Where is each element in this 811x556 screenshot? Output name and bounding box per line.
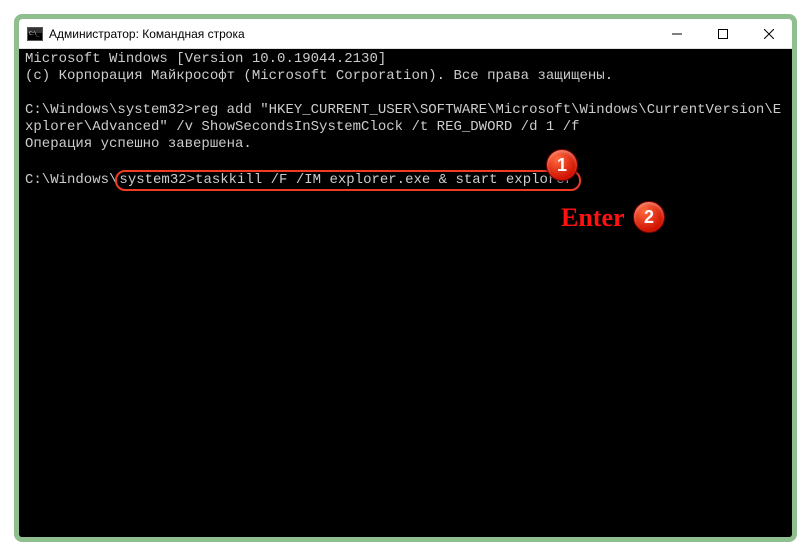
terminal-line: (c) Корпорация Майкрософт (Microsoft Cor… — [25, 68, 613, 84]
maximize-icon — [718, 29, 728, 39]
step-badge-label: 2 — [644, 209, 654, 226]
terminal-command: taskkill /F /IM explorer.exe & start exp… — [195, 172, 573, 188]
terminal-prompt-inside: system32> — [119, 172, 195, 188]
close-button[interactable] — [746, 19, 792, 49]
step-badge-label: 1 — [557, 157, 567, 174]
terminal-prompt: C:\Windows\system32> — [25, 102, 193, 118]
step-badge-1: 1 — [546, 149, 578, 181]
cmd-icon — [27, 27, 43, 41]
terminal-output: Операция успешно завершена. — [25, 136, 252, 152]
highlighted-command-box: system32>taskkill /F /IM explorer.exe & … — [115, 170, 581, 191]
minimize-icon — [672, 29, 682, 39]
terminal-area[interactable]: Microsoft Windows [Version 10.0.19044.21… — [19, 49, 792, 537]
maximize-button[interactable] — [700, 19, 746, 49]
close-icon — [764, 29, 774, 39]
terminal-line: Microsoft Windows [Version 10.0.19044.21… — [25, 51, 386, 67]
step-badge-2: 2 — [633, 201, 665, 233]
titlebar[interactable]: Администратор: Командная строка — [19, 19, 792, 49]
minimize-button[interactable] — [654, 19, 700, 49]
cmd-window: Администратор: Командная строка Microsof… — [14, 14, 797, 542]
window-title: Администратор: Командная строка — [49, 27, 245, 41]
terminal-prompt: C:\Windows\ — [25, 172, 117, 188]
enter-annotation: Enter — [561, 209, 625, 226]
